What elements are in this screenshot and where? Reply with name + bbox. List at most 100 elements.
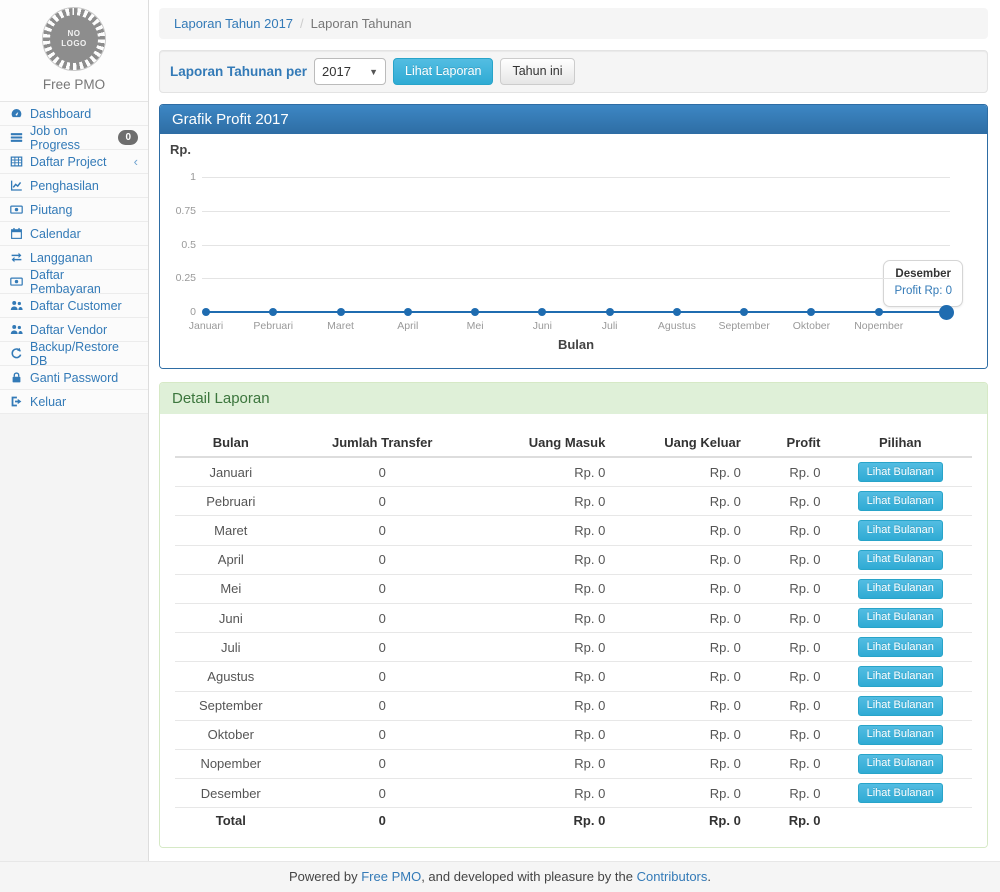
view-monthly-button-mei[interactable]: Lihat Bulanan [858, 579, 943, 599]
sidebar-item-daftar-pembayaran[interactable]: Daftar Pembayaran [0, 270, 148, 294]
chevron-down-icon: ▼ [369, 67, 378, 77]
cell-profit: Rp. 0 [749, 545, 829, 574]
table-row-januari: Januari0Rp. 0Rp. 0Rp. 0Lihat Bulanan [175, 457, 972, 487]
cell-jumlah_transfer: 0 [287, 516, 478, 545]
this-year-button[interactable]: Tahun ini [500, 58, 574, 85]
cell-pilihan: Lihat Bulanan [829, 457, 973, 487]
contributors-link[interactable]: Contributors [637, 869, 708, 884]
data-point-mei[interactable] [471, 308, 479, 316]
view-monthly-button-oktober[interactable]: Lihat Bulanan [858, 725, 943, 745]
total-value [829, 808, 973, 832]
view-monthly-button-agustus[interactable]: Lihat Bulanan [858, 666, 943, 686]
table-row-maret: Maret0Rp. 0Rp. 0Rp. 0Lihat Bulanan [175, 516, 972, 545]
sidebar-item-label: Daftar Customer [30, 299, 122, 313]
data-point-pebruari[interactable] [269, 308, 277, 316]
data-point-april[interactable] [404, 308, 412, 316]
cell-pilihan: Lihat Bulanan [829, 487, 973, 516]
sidebar-item-job-on-progress[interactable]: Job on Progress0 [0, 126, 148, 150]
data-point-maret[interactable] [337, 308, 345, 316]
free-pmo-link[interactable]: Free PMO [361, 869, 421, 884]
sidebar-item-daftar-project[interactable]: Daftar Project‹ [0, 150, 148, 174]
data-point-agustus[interactable] [673, 308, 681, 316]
retweet-icon [10, 251, 23, 264]
brand-name: Free PMO [0, 77, 148, 92]
data-point-september[interactable] [740, 308, 748, 316]
view-monthly-button-januari[interactable]: Lihat Bulanan [858, 462, 943, 482]
cell-bulan: Juli [175, 633, 287, 662]
profit-line-chart: Rp. Bulan Desember Profit Rp: 0 10.750.5… [160, 134, 987, 368]
data-point-juli[interactable] [606, 308, 614, 316]
cell-uang_masuk: Rp. 0 [478, 603, 613, 632]
view-monthly-button-nopember[interactable]: Lihat Bulanan [858, 754, 943, 774]
cell-profit: Rp. 0 [749, 691, 829, 720]
column-header-pilihan: Pilihan [829, 429, 973, 457]
detail-report-panel: Detail Laporan BulanJumlah TransferUang … [159, 382, 988, 848]
x-tick-label: Nopember [839, 320, 919, 332]
data-point-desember[interactable] [939, 305, 954, 320]
sidebar-item-langganan[interactable]: Langganan [0, 246, 148, 270]
cell-jumlah_transfer: 0 [287, 720, 478, 749]
view-report-button[interactable]: Lihat Laporan [393, 58, 493, 85]
gridline [202, 278, 950, 279]
calendar-icon [10, 227, 23, 240]
logo-line2: LOGO [61, 39, 87, 49]
sidebar-item-calendar[interactable]: Calendar [0, 222, 148, 246]
table-row-nopember: Nopember0Rp. 0Rp. 0Rp. 0Lihat Bulanan [175, 749, 972, 778]
sidebar-item-label: Keluar [30, 395, 66, 409]
sidebar-item-backup-restore-db[interactable]: Backup/Restore DB [0, 342, 148, 366]
tasks-icon [10, 131, 23, 144]
cell-pilihan: Lihat Bulanan [829, 545, 973, 574]
sidebar-item-dashboard[interactable]: Dashboard [0, 102, 148, 126]
view-monthly-button-desember[interactable]: Lihat Bulanan [858, 783, 943, 803]
sidebar-item-daftar-vendor[interactable]: Daftar Vendor [0, 318, 148, 342]
logo-line1: NO [68, 29, 81, 39]
footer-text: , and developed with pleasure by the [421, 869, 636, 884]
y-tick-label: 0.5 [160, 239, 196, 251]
cell-bulan: Januari [175, 457, 287, 487]
cell-uang_keluar: Rp. 0 [613, 487, 748, 516]
sidebar-item-label: Langganan [30, 251, 93, 265]
breadcrumb-link[interactable]: Laporan Tahun 2017 [174, 16, 293, 31]
year-select-value: 2017 [322, 64, 351, 79]
detail-panel-title: Detail Laporan [160, 383, 987, 414]
sidebar-item-ganti-password[interactable]: Ganti Password [0, 366, 148, 390]
cell-uang_masuk: Rp. 0 [478, 487, 613, 516]
year-select[interactable]: 2017 ▼ [314, 58, 386, 85]
data-point-januari[interactable] [202, 308, 210, 316]
sidebar-item-label: Calendar [30, 227, 81, 241]
sidebar-item-label: Penghasilan [30, 179, 99, 193]
table-row-agustus: Agustus0Rp. 0Rp. 0Rp. 0Lihat Bulanan [175, 662, 972, 691]
cell-bulan: Juni [175, 603, 287, 632]
cell-bulan: Pebruari [175, 487, 287, 516]
tooltip-value: Profit Rp: 0 [894, 283, 952, 300]
cell-uang_keluar: Rp. 0 [613, 749, 748, 778]
y-tick-label: 0 [160, 306, 196, 318]
cell-bulan: Maret [175, 516, 287, 545]
view-monthly-button-pebruari[interactable]: Lihat Bulanan [858, 491, 943, 511]
view-monthly-button-juli[interactable]: Lihat Bulanan [858, 637, 943, 657]
sidebar-item-keluar[interactable]: Keluar [0, 390, 148, 414]
view-monthly-button-juni[interactable]: Lihat Bulanan [858, 608, 943, 628]
table-row-april: April0Rp. 0Rp. 0Rp. 0Lihat Bulanan [175, 545, 972, 574]
sidebar-item-penghasilan[interactable]: Penghasilan [0, 174, 148, 198]
table-total-row: Total0Rp. 0Rp. 0Rp. 0 [175, 808, 972, 832]
monthly-report-table: BulanJumlah TransferUang MasukUang Kelua… [175, 429, 972, 832]
sidebar-item-daftar-customer[interactable]: Daftar Customer [0, 294, 148, 318]
data-point-juni[interactable] [538, 308, 546, 316]
cell-pilihan: Lihat Bulanan [829, 749, 973, 778]
count-badge: 0 [118, 130, 138, 145]
table-row-oktober: Oktober0Rp. 0Rp. 0Rp. 0Lihat Bulanan [175, 720, 972, 749]
view-monthly-button-september[interactable]: Lihat Bulanan [858, 696, 943, 716]
data-point-oktober[interactable] [807, 308, 815, 316]
column-header-bulan: Bulan [175, 429, 287, 457]
sidebar: NO LOGO Free PMO DashboardJob on Progres… [0, 0, 149, 861]
cell-jumlah_transfer: 0 [287, 749, 478, 778]
table-row-mei: Mei0Rp. 0Rp. 0Rp. 0Lihat Bulanan [175, 574, 972, 603]
money-icon [10, 275, 23, 288]
view-monthly-button-april[interactable]: Lihat Bulanan [858, 550, 943, 570]
sidebar-item-label: Backup/Restore DB [30, 340, 138, 368]
cell-bulan: April [175, 545, 287, 574]
view-monthly-button-maret[interactable]: Lihat Bulanan [858, 520, 943, 540]
sidebar-item-piutang[interactable]: Piutang [0, 198, 148, 222]
data-point-nopember[interactable] [875, 308, 883, 316]
